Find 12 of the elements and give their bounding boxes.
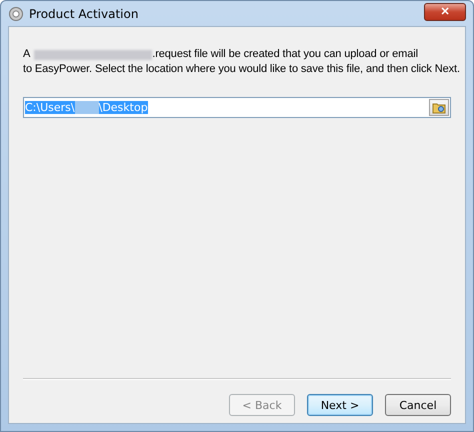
location-field[interactable]: C:\Users\ \Desktop [23,97,451,118]
wizard-button[interactable]: Cancel [385,394,451,416]
window-title: Product Activation [29,6,140,20]
app-icon [9,6,23,20]
intro-text: to EasyPower. Select the location where you would like to save this file, and then click Next. [23,63,460,75]
intro-text: .request file will be created that you can upload or email [152,47,418,62]
browse-button[interactable] [429,99,449,116]
intro-text: A [23,47,30,62]
close-button[interactable]: ✕ [424,2,466,20]
wizard-button[interactable]: Next > [307,394,373,416]
redaction-mark [74,101,99,114]
folder-search-icon [432,101,446,114]
